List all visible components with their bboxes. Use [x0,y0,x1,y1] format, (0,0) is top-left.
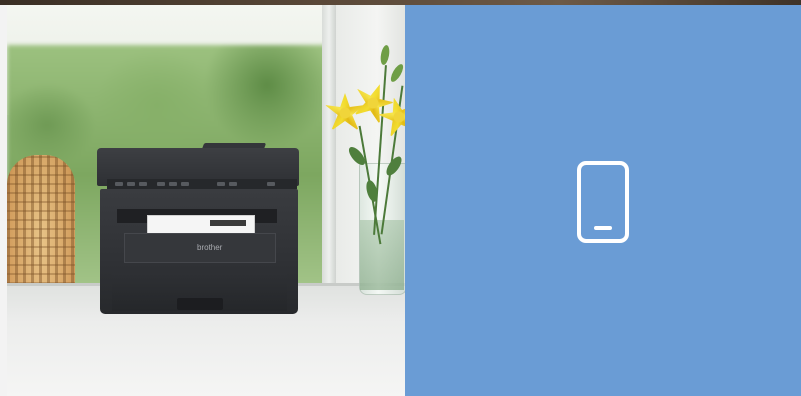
left-page-margin [0,5,7,396]
printer-product-photo: brother [7,5,405,396]
laser-printer: brother [97,143,302,315]
printer-tray-handle [177,298,223,310]
window-frame [322,5,336,305]
mobile-phone-icon [577,161,629,243]
printer-brand-logo: brother [197,243,223,252]
printed-paper [147,215,255,235]
printer-control-panel [107,179,297,189]
feature-panel [405,5,801,396]
